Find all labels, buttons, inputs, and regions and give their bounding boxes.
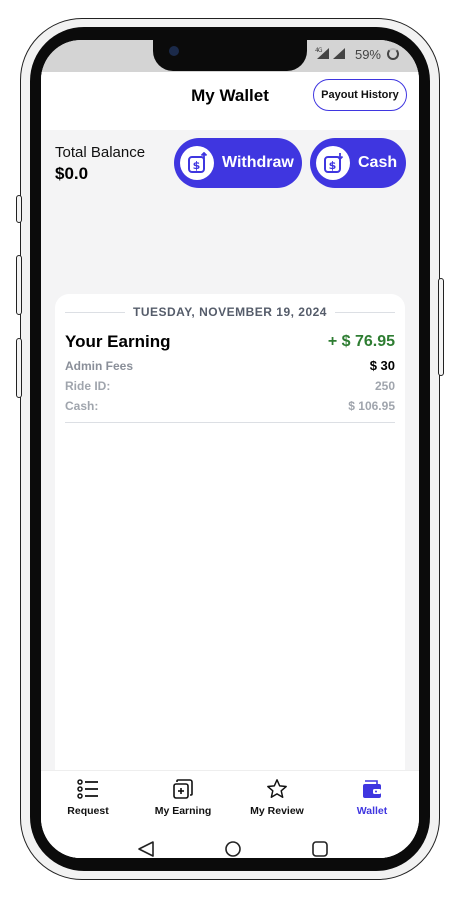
wallet-icon	[361, 777, 383, 801]
earning-row: Your Earning + $ 76.95	[65, 332, 395, 352]
cash-row-value: $ 106.95	[348, 399, 395, 413]
divider-left	[65, 311, 126, 313]
divider-right	[334, 311, 395, 313]
withdraw-icon: $	[180, 146, 214, 180]
cash-row: Cash: $ 106.95	[65, 399, 395, 413]
transaction-divider	[65, 422, 395, 423]
cash-label: Cash	[358, 154, 398, 171]
svg-text:$: $	[193, 159, 201, 172]
ride-id-value: 250	[374, 379, 395, 393]
tab-request-label: Request	[67, 805, 109, 817]
admin-fees-value: $ 30	[369, 358, 395, 373]
cash-button[interactable]: $ Cash	[310, 138, 406, 188]
tab-wallet[interactable]: Wallet	[327, 777, 417, 817]
recents-nav-icon	[312, 841, 328, 857]
tab-request[interactable]: Request	[43, 777, 133, 817]
date-header: TUESDAY, NOVEMBER 19, 2024	[65, 302, 395, 322]
earning-value: + $ 76.95	[327, 333, 395, 350]
cash-icon: $	[316, 146, 350, 180]
star-icon	[266, 777, 288, 801]
payout-history-button[interactable]: Payout History	[313, 79, 407, 111]
ride-id-row: Ride ID: 250	[65, 379, 395, 393]
power-button	[438, 278, 444, 376]
admin-fees-row: Admin Fees $ 30	[65, 358, 395, 373]
admin-fees-label: Admin Fees	[65, 358, 134, 373]
app-screen: 4G 59% My Wallet Payout History Total Ba…	[41, 40, 419, 858]
bottom-tab-bar: Request My Earning My Review Wallet	[41, 770, 419, 831]
system-nav-bar	[41, 830, 419, 858]
earning-label: Your Earning	[65, 332, 171, 351]
withdraw-button[interactable]: $ Withdraw	[174, 138, 302, 188]
tab-my-review[interactable]: My Review	[232, 777, 322, 817]
list-icon	[77, 777, 99, 801]
back-nav-icon	[138, 841, 154, 857]
svg-text:4G: 4G	[315, 47, 323, 54]
volume-up-button	[16, 255, 22, 315]
battery-icon	[387, 48, 399, 60]
ride-id-label: Ride ID:	[65, 379, 111, 393]
tab-my-earning[interactable]: My Earning	[138, 777, 228, 817]
total-balance-label: Total Balance	[55, 144, 146, 161]
signal-icon: 4G	[315, 46, 349, 63]
cash-row-label: Cash:	[65, 399, 99, 413]
mute-switch	[16, 195, 22, 223]
transaction-date: TUESDAY, NOVEMBER 19, 2024	[133, 305, 327, 319]
front-camera	[169, 46, 179, 56]
battery-percent: 59%	[354, 46, 381, 62]
tab-my-review-label: My Review	[250, 805, 304, 817]
volume-down-button	[16, 338, 22, 398]
earning-cards-icon	[172, 777, 194, 801]
tab-my-earning-label: My Earning	[154, 805, 212, 817]
total-balance-value: $0.0	[55, 164, 89, 183]
app-header: My Wallet Payout History	[41, 72, 419, 130]
svg-text:$: $	[329, 159, 337, 172]
tab-wallet-label: Wallet	[356, 805, 388, 817]
withdraw-label: Withdraw	[222, 154, 294, 171]
home-nav-icon	[225, 841, 241, 857]
wallet-content: Total Balance $0.0 $ Withdraw $ Cash TUE…	[41, 130, 419, 858]
status-indicators: 4G 59%	[315, 44, 399, 64]
